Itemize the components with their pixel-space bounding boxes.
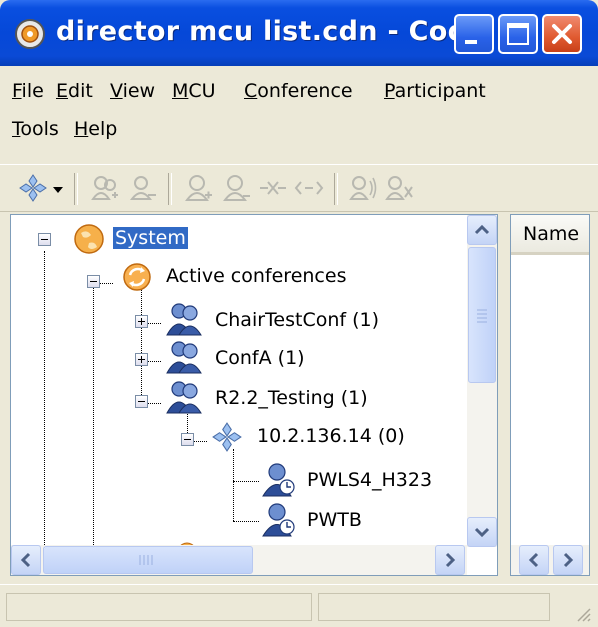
list-scroll-left-button[interactable] — [519, 545, 549, 575]
maximize-icon — [507, 23, 529, 45]
collapse-toggle[interactable] — [135, 395, 148, 408]
collapse-toggle[interactable] — [181, 433, 194, 446]
maximize-button[interactable] — [498, 14, 538, 54]
tree-line — [233, 481, 259, 482]
scroll-up-button[interactable] — [467, 215, 497, 245]
minimize-icon — [465, 40, 477, 44]
app-icon[interactable] — [14, 18, 46, 50]
tree-line — [93, 283, 94, 545]
horizontal-scrollbar[interactable] — [11, 545, 467, 575]
menu-participant[interactable]: Participant — [384, 80, 486, 102]
menu-bar: File Edit View MCU Conference Participan… — [0, 66, 598, 164]
chevron-up-icon — [474, 224, 490, 235]
mute-audio-icon[interactable] — [348, 173, 378, 203]
status-bar — [0, 584, 598, 627]
participant-icon — [262, 463, 295, 497]
scroll-right-button[interactable] — [435, 545, 465, 575]
menu-file[interactable]: File — [12, 80, 44, 102]
mute-video-icon[interactable] — [384, 173, 414, 203]
tree-line — [141, 285, 142, 405]
list-scroll-right-button[interactable] — [553, 545, 583, 575]
chevron-down-icon[interactable] — [52, 185, 64, 195]
list-horizontal-scrollbar[interactable] — [511, 545, 589, 575]
menu-edit[interactable]: Edit — [56, 80, 93, 102]
tree-node-conference[interactable]: ConfA (1) — [215, 347, 305, 369]
tree-line — [233, 521, 259, 522]
chevron-left-icon — [528, 552, 539, 568]
chevron-right-icon — [563, 552, 574, 568]
add-conference-icon[interactable] — [90, 173, 120, 203]
column-header-name[interactable]: Name — [511, 215, 589, 255]
collapse-toggle[interactable] — [87, 275, 100, 288]
toolbar — [0, 164, 598, 212]
remove-conference-icon[interactable] — [128, 173, 158, 203]
menu-help[interactable]: Help — [74, 118, 117, 140]
disconnect-icon[interactable] — [294, 173, 324, 203]
tree-node-system[interactable]: System — [113, 227, 188, 249]
status-panel-secondary — [318, 593, 550, 621]
column-header-label: Name — [523, 223, 580, 245]
collapse-toggle[interactable] — [38, 233, 51, 246]
menu-view[interactable]: View — [110, 80, 155, 102]
menu-tools[interactable]: Tools — [12, 118, 59, 140]
add-participant-icon[interactable] — [184, 173, 214, 203]
minimize-button[interactable] — [454, 14, 494, 54]
mcu-icon — [212, 422, 242, 452]
participant-list[interactable]: Name — [510, 214, 590, 576]
expand-toggle[interactable] — [135, 353, 148, 366]
tree-node-active-conferences[interactable]: Active conferences — [166, 265, 346, 287]
connect-icon[interactable] — [258, 173, 288, 203]
conference-icon — [166, 341, 202, 374]
status-panel-main — [6, 593, 312, 621]
toolbar-separator — [74, 173, 78, 205]
mcu-network-dropdown-icon[interactable] — [18, 173, 48, 203]
tree-line — [233, 449, 234, 521]
toolbar-separator — [334, 173, 338, 205]
grip-icon — [477, 309, 487, 323]
close-button[interactable] — [542, 14, 582, 54]
tree-node-participant[interactable]: PWTB — [307, 509, 362, 531]
grip-icon — [139, 555, 153, 565]
chevron-down-icon — [474, 527, 490, 538]
toolbar-separator — [168, 173, 172, 205]
scroll-left-button[interactable] — [11, 545, 41, 575]
conference-icon — [166, 381, 202, 414]
vertical-scrollbar[interactable] — [467, 215, 497, 547]
participant-icon — [262, 503, 295, 537]
menu-mcu[interactable]: MCU — [172, 80, 216, 102]
menu-conference[interactable]: Conference — [244, 80, 353, 102]
conference-tree[interactable]: System Active conferences ChairTestConf … — [10, 214, 498, 576]
tree-node-mcu[interactable]: 10.2.136.14 (0) — [257, 425, 405, 447]
tree-line — [44, 251, 45, 545]
tree-node-conference[interactable]: ChairTestConf (1) — [215, 309, 379, 331]
application-window: director mcu list.cdn - Codia... File Ed… — [0, 0, 598, 627]
close-icon — [552, 24, 572, 44]
horizontal-scroll-thumb[interactable] — [43, 546, 253, 574]
tree-node-conference[interactable]: R2.2_Testing (1) — [215, 387, 368, 409]
conference-icon — [166, 303, 202, 336]
expand-toggle[interactable] — [135, 315, 148, 328]
resize-grip-icon[interactable] — [572, 603, 592, 623]
chevron-right-icon — [445, 552, 456, 568]
title-bar[interactable]: director mcu list.cdn - Codia... — [0, 0, 598, 66]
scroll-down-button[interactable] — [467, 517, 497, 547]
remove-participant-icon[interactable] — [222, 173, 252, 203]
chevron-left-icon — [20, 552, 31, 568]
tree-node-participant[interactable]: PWLS4_H323 — [307, 469, 432, 491]
globe-icon — [74, 224, 104, 254]
vertical-scroll-thumb[interactable] — [468, 247, 496, 383]
active-conferences-icon — [123, 263, 151, 291]
